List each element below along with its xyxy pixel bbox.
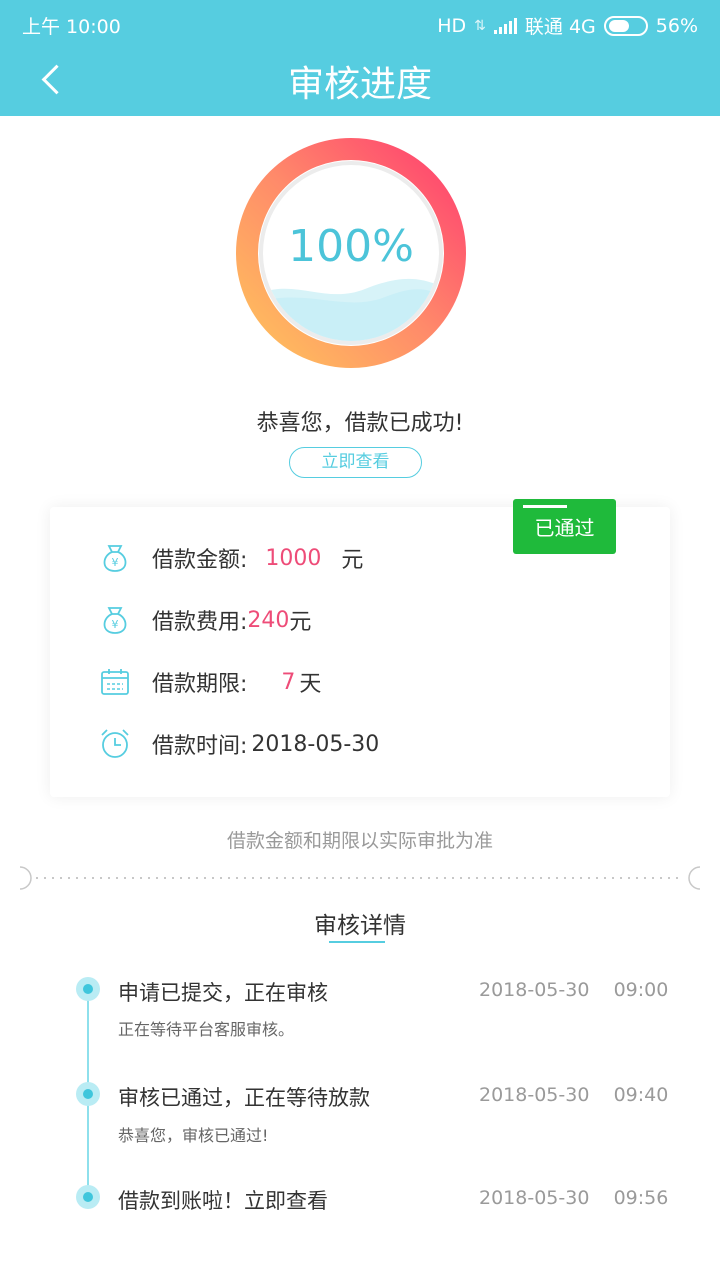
loan-time-value: 2018-05-30 xyxy=(251,731,380,757)
disclaimer-note: 借款金额和期限以实际审批为准 xyxy=(226,830,493,852)
loan-fee-value: 240 xyxy=(247,607,290,633)
loan-amount-unit: 元 xyxy=(341,548,364,573)
loan-term-value: 7 xyxy=(281,669,296,695)
progress-ring: 100% xyxy=(235,137,467,369)
status-indicators: HD ⇅ 联通 4G 56% xyxy=(437,12,698,39)
signal-icon xyxy=(493,17,517,34)
loan-amount-row: ¥ 借款金额: 1000 元 xyxy=(98,538,363,578)
timeline-dot xyxy=(76,1082,100,1106)
battery-icon xyxy=(603,15,648,36)
calendar-icon xyxy=(101,669,129,695)
money-bag-icon: ¥ xyxy=(103,545,127,572)
dotted-divider xyxy=(20,866,700,890)
timeline-dot xyxy=(76,977,100,1001)
data-transfer-icon: ⇅ xyxy=(474,17,486,34)
svg-text:¥: ¥ xyxy=(112,556,119,569)
timeline-event-time: 2018-05-30 09:00 xyxy=(479,979,669,1001)
status-bar: 上午 10:00 HD ⇅ 联通 4G 56% xyxy=(0,0,720,45)
nav-bar: 审核进度 xyxy=(0,45,720,116)
timeline-event-subtitle: 正在等待平台客服审核。 xyxy=(118,1020,295,1039)
timeline-event-time: 2018-05-30 09:56 xyxy=(479,1187,669,1209)
loan-amount-value: 1000 xyxy=(265,545,322,571)
network-label: HD xyxy=(437,14,467,37)
loan-time-label: 借款时间: xyxy=(152,734,248,759)
loan-time-row: 借款时间: 2018-05-30 xyxy=(98,724,379,764)
loan-fee-row: ¥ 借款费用: 240 元 xyxy=(98,600,311,640)
details-title: 审核详情 xyxy=(314,913,406,939)
money-bag-icon: ¥ xyxy=(103,607,127,634)
battery-level: 56% xyxy=(655,14,698,37)
loan-amount-label: 借款金额: xyxy=(152,548,248,573)
loan-term-label: 借款期限: xyxy=(152,672,248,697)
loan-fee-unit: 元 xyxy=(289,610,312,635)
timeline-dot xyxy=(76,1185,100,1209)
details-title-underline xyxy=(329,941,385,943)
timeline-event-title: 审核已通过，正在等待放款 xyxy=(118,1086,370,1110)
page-title: 审核进度 xyxy=(287,64,432,105)
view-now-button[interactable]: 立即查看 xyxy=(289,447,422,478)
svg-text:¥: ¥ xyxy=(112,618,119,631)
timeline-event-subtitle: 恭喜您，审核已通过! xyxy=(118,1126,269,1145)
carrier-label: 联通 4G xyxy=(524,16,596,38)
success-message: 恭喜您，借款已成功! xyxy=(256,411,464,436)
loan-fee-label: 借款费用: xyxy=(152,610,248,635)
timeline-event-time: 2018-05-30 09:40 xyxy=(479,1084,669,1106)
approved-badge: 已通过 xyxy=(513,499,616,554)
loan-term-unit: 天 xyxy=(299,672,322,697)
timeline-event-title: 申请已提交，正在审核 xyxy=(118,981,328,1005)
timeline-event-title-link[interactable]: 借款到账啦！立即查看 xyxy=(118,1185,328,1215)
loan-term-row: 借款期限: 7 天 xyxy=(98,662,321,702)
progress-percent: 100% xyxy=(288,221,414,272)
alarm-clock-icon xyxy=(101,729,129,758)
status-time: 上午 10:00 xyxy=(22,16,121,38)
